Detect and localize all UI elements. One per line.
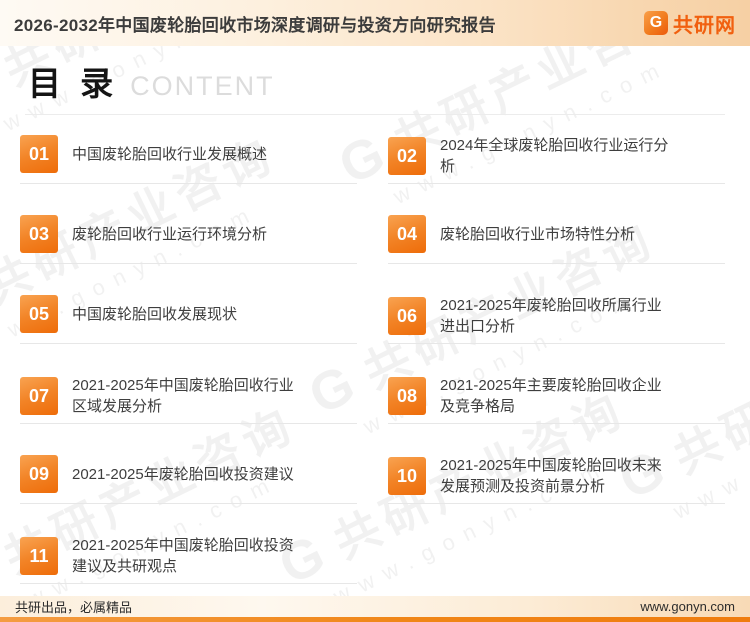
toc-item-number-badge: 09 xyxy=(20,455,58,493)
toc-column-right: 02 2024年全球废轮胎回收行业运行分 析 04 废轮胎回收行业市场特性分析 … xyxy=(388,135,725,615)
toc-item-row: 05 中国废轮胎回收发展现状 xyxy=(20,295,357,375)
toc-item-divider xyxy=(388,503,725,504)
report-toc-page: 2026-2032年中国废轮胎回收市场深度调研与投资方向研究报告 G 共研网 G… xyxy=(0,0,750,622)
toc-item-number-badge: 10 xyxy=(388,457,426,495)
toc-item-divider xyxy=(388,423,725,424)
toc-item-number-badge: 03 xyxy=(20,215,58,253)
toc-item-divider xyxy=(20,183,357,184)
toc-item-row: 02 2024年全球废轮胎回收行业运行分 析 xyxy=(388,135,725,215)
brand-g-icon: G xyxy=(644,11,668,35)
footer-url: www.gonyn.com xyxy=(640,599,735,614)
toc-item-title: 中国废轮胎回收行业发展概述 xyxy=(72,145,268,163)
toc-item-number-badge: 11 xyxy=(20,537,58,575)
brand-logo-text: 共研网 xyxy=(673,14,736,37)
toc-item-number-badge: 07 xyxy=(20,377,58,415)
toc-item-title: 2021-2025年主要废轮胎回收企业 及竞争格局 xyxy=(440,377,662,415)
toc-item-title: 废轮胎回收行业运行环境分析 xyxy=(72,225,268,243)
toc-item-divider xyxy=(20,423,357,424)
header-bar: 2026-2032年中国废轮胎回收市场深度调研与投资方向研究报告 G 共研网 xyxy=(0,0,750,46)
toc-item-row: 03 废轮胎回收行业运行环境分析 xyxy=(20,215,357,295)
toc-column-left: 01 中国废轮胎回收行业发展概述 03 废轮胎回收行业运行环境分析 05 中国废… xyxy=(20,135,357,615)
toc-item-row: 04 废轮胎回收行业市场特性分析 xyxy=(388,215,725,295)
toc-item-title: 2021-2025年中国废轮胎回收行业 区域发展分析 xyxy=(72,377,294,415)
brand-logo: G 共研网 xyxy=(644,9,736,38)
toc-item-number-badge: 01 xyxy=(20,135,58,173)
toc-title: 目 录 xyxy=(28,65,119,102)
toc-item-title: 2021-2025年废轮胎回收所属行业 进出口分析 xyxy=(440,297,662,335)
toc-item-row: 07 2021-2025年中国废轮胎回收行业 区域发展分析 xyxy=(20,375,357,455)
toc-item-title: 2021-2025年中国废轮胎回收未来 发展预测及投资前景分析 xyxy=(440,457,662,495)
toc-grid: 01 中国废轮胎回收行业发展概述 03 废轮胎回收行业运行环境分析 05 中国废… xyxy=(0,115,750,615)
toc-item-number-badge: 06 xyxy=(388,297,426,335)
footer-slogan: 共研出品，必属精品 xyxy=(15,600,133,615)
toc-item-divider xyxy=(20,263,357,264)
toc-item-title: 废轮胎回收行业市场特性分析 xyxy=(440,225,636,243)
toc-item-number-badge: 04 xyxy=(388,215,426,253)
toc-item-number-badge: 05 xyxy=(20,295,58,333)
toc-item-title: 中国废轮胎回收发展现状 xyxy=(72,305,238,323)
toc-item-divider xyxy=(20,503,357,504)
report-title: 2026-2032年中国废轮胎回收市场深度调研与投资方向研究报告 xyxy=(14,15,496,35)
toc-item-title: 2021-2025年中国废轮胎回收投资 建议及共研观点 xyxy=(72,537,294,575)
footer-bar: 共研出品，必属精品 www.gonyn.com xyxy=(0,596,750,622)
toc-item-divider xyxy=(20,583,357,584)
toc-item-number-badge: 02 xyxy=(388,137,426,175)
toc-heading: 目 录 CONTENT xyxy=(0,46,750,106)
toc-subtitle-en: CONTENT xyxy=(130,71,275,101)
toc-item-row: 06 2021-2025年废轮胎回收所属行业 进出口分析 xyxy=(388,295,725,375)
toc-item-number-badge: 08 xyxy=(388,377,426,415)
footer-band: 共研出品，必属精品 www.gonyn.com xyxy=(0,596,750,617)
toc-item-divider xyxy=(388,263,725,264)
toc-item-title: 2021-2025年废轮胎回收投资建议 xyxy=(72,465,294,483)
footer-accent-strip xyxy=(0,617,750,622)
toc-item-row: 08 2021-2025年主要废轮胎回收企业 及竞争格局 xyxy=(388,375,725,455)
toc-item-row: 10 2021-2025年中国废轮胎回收未来 发展预测及投资前景分析 xyxy=(388,455,725,535)
toc-item-row: 01 中国废轮胎回收行业发展概述 xyxy=(20,135,357,215)
page-body: G共研产业咨询 www.gonyn.com G共研产业咨询 www.gonyn.com… xyxy=(0,0,750,596)
toc-item-divider xyxy=(20,343,357,344)
toc-item-divider xyxy=(388,183,725,184)
toc-item-divider xyxy=(388,343,725,344)
toc-item-row: 09 2021-2025年废轮胎回收投资建议 xyxy=(20,455,357,535)
toc-item-title: 2024年全球废轮胎回收行业运行分 析 xyxy=(440,137,669,175)
